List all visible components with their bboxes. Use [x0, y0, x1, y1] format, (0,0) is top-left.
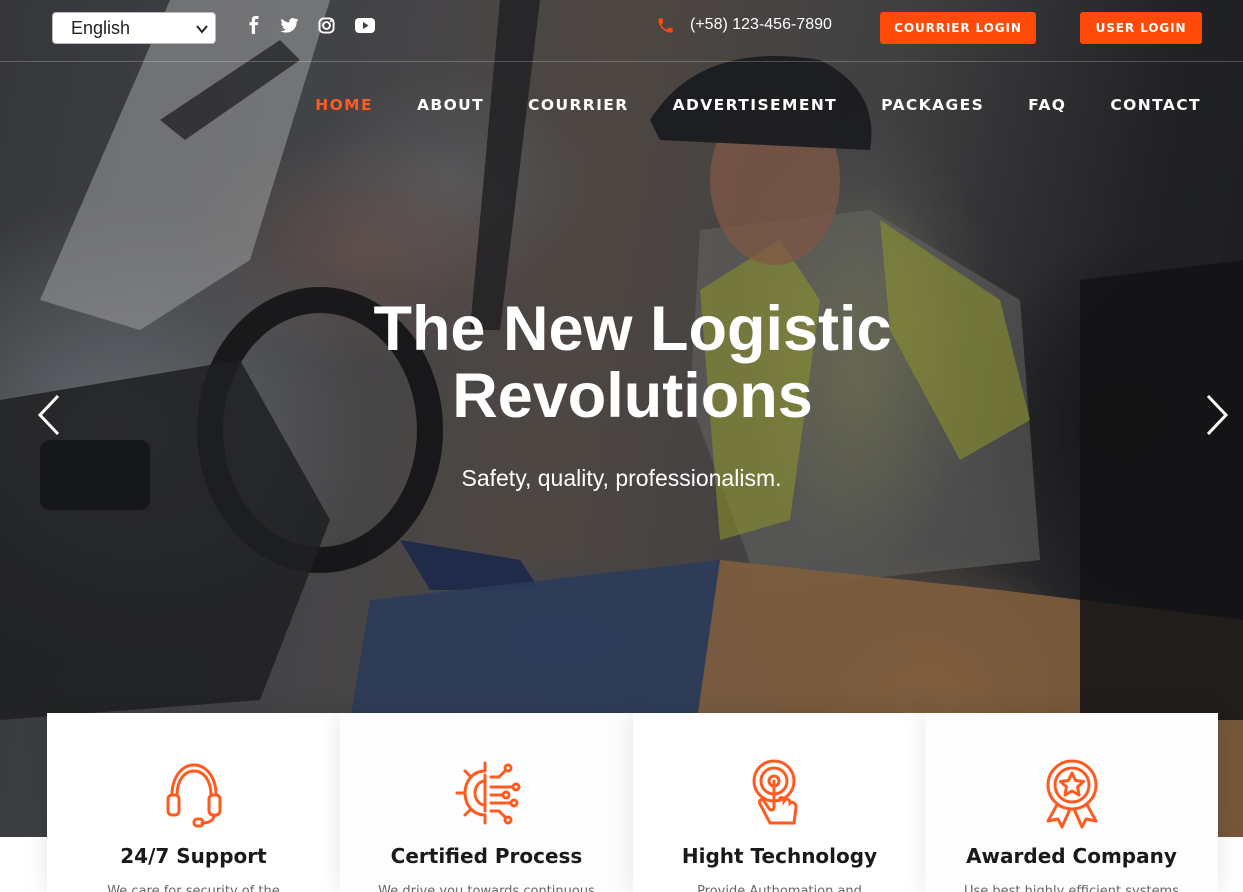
hero-title-line-2: Revolutions	[452, 361, 813, 431]
hero-title: The New Logistic Revolutions	[0, 296, 1243, 430]
nav-item-home[interactable]: HOME	[315, 96, 373, 114]
slider-next-arrow-icon[interactable]	[1204, 394, 1230, 436]
courier-login-button[interactable]: COURRIER LOGIN	[880, 12, 1036, 44]
instagram-icon[interactable]	[318, 17, 335, 34]
youtube-icon[interactable]	[355, 18, 375, 33]
feature-card-awarded: Awarded Company Use best highly efficien…	[925, 713, 1218, 892]
top-bar: English (+58) 123-456-7890 COURRIER LOGI…	[0, 0, 1243, 62]
headset-icon	[166, 763, 221, 828]
main-nav: HOME ABOUT COURRIER ADVERTISEMENT PACKAG…	[315, 96, 1201, 114]
language-select[interactable]: English	[52, 12, 216, 44]
feature-text: Provide Authomation and	[697, 884, 862, 892]
twitter-icon[interactable]	[280, 18, 299, 33]
feature-text: We drive you towards continuous	[378, 884, 595, 892]
nav-item-contact[interactable]: CONTACT	[1110, 96, 1201, 114]
feature-title: Certified Process	[390, 844, 583, 868]
award-badge-icon	[1046, 759, 1097, 829]
nav-item-about[interactable]: ABOUT	[417, 96, 484, 114]
slider-prev-arrow-icon[interactable]	[36, 394, 62, 436]
feature-title: Awarded Company	[966, 844, 1177, 868]
nav-item-faq[interactable]: FAQ	[1028, 96, 1066, 114]
phone-number[interactable]: (+58) 123-456-7890	[690, 16, 832, 34]
nav-item-courier[interactable]: COURRIER	[528, 96, 629, 114]
nav-item-packages[interactable]: PACKAGES	[881, 96, 984, 114]
user-login-label: USER LOGIN	[1095, 21, 1187, 35]
language-select-value: English	[71, 18, 131, 38]
feature-card-support: 24/7 Support We care for security of the	[47, 713, 340, 892]
touch-tech-icon	[752, 759, 798, 825]
hero-title-line-1: The New Logistic	[373, 294, 892, 364]
courier-login-label: COURRIER LOGIN	[894, 21, 1022, 35]
facebook-icon[interactable]	[248, 16, 260, 34]
feature-title: Hight Technology	[681, 844, 878, 868]
user-login-button[interactable]: USER LOGIN	[1080, 12, 1202, 44]
gear-circuit-icon	[455, 761, 520, 825]
feature-title: 24/7 Support	[120, 844, 267, 868]
feature-text: Use best highly efficient systems	[963, 884, 1179, 892]
chevron-down-icon	[196, 25, 208, 34]
feature-card-technology: Hight Technology Provide Authomation and	[633, 713, 926, 892]
features-section: 24/7 Support We care for security of the…	[47, 713, 1218, 892]
feature-text: We care for security of the	[107, 884, 280, 892]
phone-icon	[658, 18, 673, 33]
hero-subtitle: Safety, quality, professionalism.	[461, 465, 782, 491]
nav-item-advertisement[interactable]: ADVERTISEMENT	[673, 96, 838, 114]
feature-card-certified: Certified Process We drive you towards c…	[340, 713, 633, 892]
hero-slider: English (+58) 123-456-7890 COURRIER LOGI…	[0, 0, 1243, 837]
